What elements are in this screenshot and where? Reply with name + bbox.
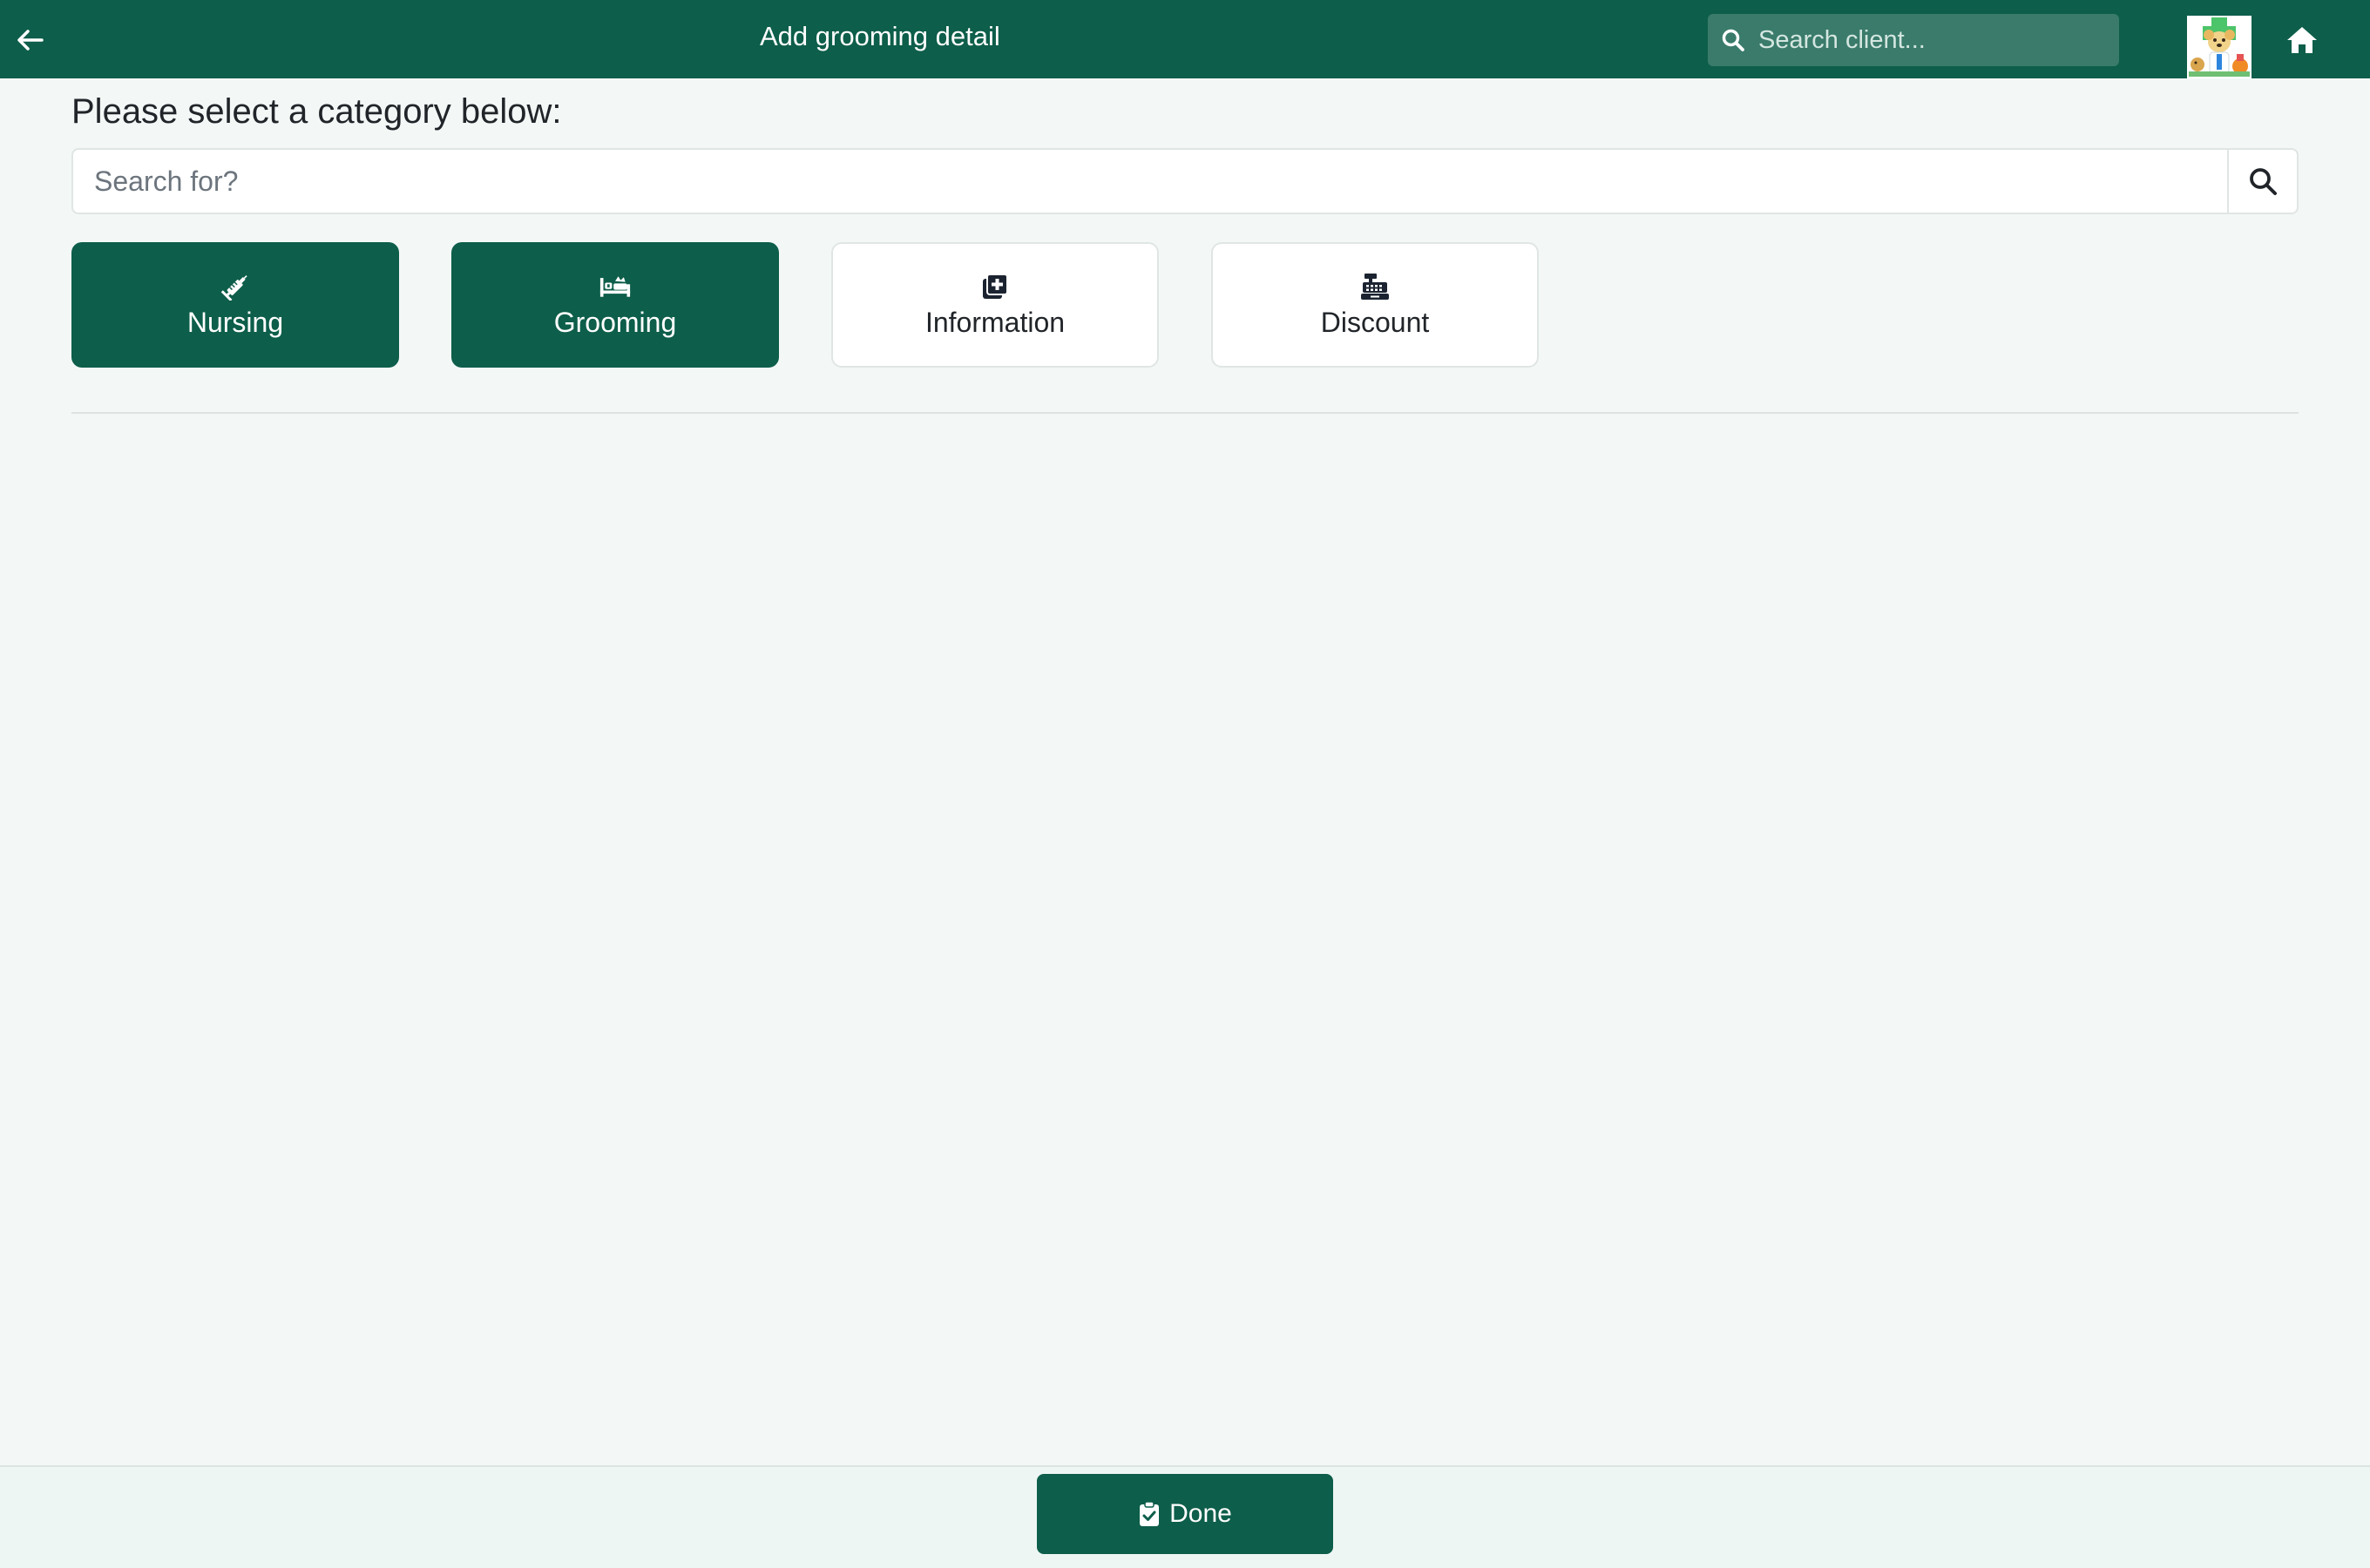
page-title: Add grooming detail: [760, 21, 1000, 51]
category-search-button[interactable]: [2227, 148, 2299, 214]
category-label: Grooming: [553, 306, 677, 338]
client-search-input[interactable]: [1757, 24, 2105, 56]
category-nursing-button[interactable]: Nursing: [71, 242, 399, 368]
home-icon: [2287, 27, 2317, 53]
category-label: Nursing: [186, 306, 284, 338]
search-icon: [2250, 168, 2277, 195]
client-search-box[interactable]: [1708, 14, 2119, 66]
done-label: Done: [1169, 1499, 1232, 1528]
content-divider: [71, 412, 2299, 414]
category-grooming-button[interactable]: Grooming: [451, 242, 779, 368]
category-prompt: Please select a category below:: [71, 92, 562, 131]
category-label: Discount: [1320, 306, 1430, 338]
top-bar: Add grooming detail: [0, 0, 2370, 78]
search-icon: [1720, 27, 1746, 53]
done-button[interactable]: Done: [1037, 1474, 1333, 1554]
syringe-icon: [220, 272, 251, 301]
bed-pet-icon: [599, 272, 631, 301]
clipboard-check-icon: [1138, 1500, 1161, 1528]
cash-register-icon: [1359, 272, 1391, 301]
category-label: Information: [924, 306, 1066, 338]
category-information-button[interactable]: Information: [831, 242, 1159, 368]
category-search-input[interactable]: [71, 148, 2227, 214]
category-search-bar: [71, 148, 2299, 214]
back-button[interactable]: [12, 23, 47, 57]
category-discount-button[interactable]: Discount: [1211, 242, 1539, 368]
home-button[interactable]: [2283, 21, 2321, 59]
clinic-logo[interactable]: [2187, 16, 2252, 78]
arrow-left-icon: [17, 30, 44, 51]
medical-files-icon: [979, 272, 1011, 301]
